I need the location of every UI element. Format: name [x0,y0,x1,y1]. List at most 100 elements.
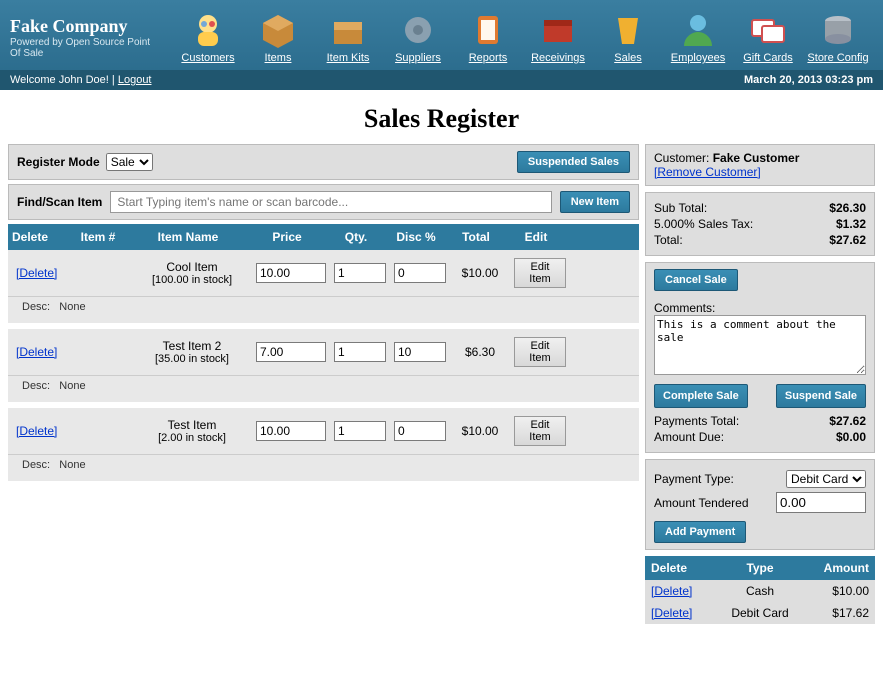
nav-receivings[interactable]: Receivings [523,10,593,64]
item-total: $10.00 [450,424,510,438]
item-disc-input[interactable] [394,342,446,362]
payment-delete-link[interactable]: [Delete] [651,584,692,598]
nav-reports[interactable]: Reports [453,10,523,64]
items-icon [258,10,298,50]
item-total: $10.00 [450,266,510,280]
amount-tendered-label: Amount Tendered [654,496,776,510]
items-list: [Delete] Cool Item[100.00 in stock] $10.00… [8,250,639,481]
actions-panel: Cancel Sale Comments: Complete Sale Susp… [645,262,875,453]
payments-total-value: $27.62 [829,414,866,428]
pay-col-delete: Delete [645,556,705,580]
item-disc-input[interactable] [394,263,446,283]
edit-item-button[interactable]: Edit Item [514,337,566,367]
nav-items[interactable]: Items [243,10,313,64]
col-disc: Disc % [386,224,446,250]
item-desc-label: Desc: [22,380,50,392]
main-nav: CustomersItemsItem KitsSuppliersReportsR… [173,10,873,64]
customer-name: Fake Customer [713,151,800,165]
nav-store-config[interactable]: Store Config [803,10,873,64]
nav-employees[interactable]: Employees [663,10,733,64]
payment-delete-link[interactable]: [Delete] [651,606,692,620]
payment-row: [Delete]Debit Card$17.62 [645,602,875,624]
item-desc-label: Desc: [22,459,50,471]
nav-customers[interactable]: Customers [173,10,243,64]
item-desc-row: Desc: None [8,455,639,481]
item-price-input[interactable] [256,342,326,362]
item-row: [Delete]Test Item[2.00 in stock]$10.00Ed… [8,408,639,455]
comments-label: Comments: [654,301,866,315]
top-header: Fake Company Powered by Open Source Poin… [0,0,883,70]
find-scan-input[interactable] [110,191,551,213]
amount-due-value: $0.00 [836,430,866,444]
register-mode-select[interactable]: Sale [106,153,153,171]
payment-type: Debit Card [711,606,809,620]
nav-label: Reports [453,52,523,64]
nav-sales[interactable]: Sales [593,10,663,64]
register-mode-label: Register Mode [17,155,100,169]
logout-link[interactable]: Logout [118,74,152,86]
item-qty-input[interactable] [334,263,386,283]
col-delete: Delete [8,224,68,250]
sales-icon [608,10,648,50]
reports-icon [468,10,508,50]
item-total: $6.30 [450,345,510,359]
main-column: Register Mode Sale Suspended Sales Find/… [8,144,639,624]
nav-item-kits[interactable]: Item Kits [313,10,383,64]
payment-entry-panel: Payment Type: Debit Card Amount Tendered… [645,459,875,550]
amount-tendered-input[interactable] [776,492,866,513]
totals-panel: Sub Total:$26.30 5.000% Sales Tax:$1.32 … [645,192,875,256]
suspended-sales-button[interactable]: Suspended Sales [517,151,630,173]
item-row: [Delete] Cool Item[100.00 in stock] $10.00… [8,250,639,297]
item-qty-input[interactable] [334,342,386,362]
side-column: Customer: Fake Customer [Remove Customer… [645,144,875,624]
items-table-header: Delete Item # Item Name Price Qty. Disc … [8,224,639,250]
payment-type-select[interactable]: Debit Card [786,470,866,488]
payment-type-label: Payment Type: [654,472,786,486]
item-name: Cool Item [136,260,248,274]
item-qty-input[interactable] [334,421,386,441]
subtotal-value: $26.30 [829,201,866,215]
item-price-input[interactable] [256,263,326,283]
nav-label: Store Config [803,52,873,64]
item-stock: [35.00 in stock] [136,353,248,365]
find-scan-label: Find/Scan Item [17,195,102,209]
suspend-sale-button[interactable]: Suspend Sale [776,384,866,408]
item-delete-link[interactable]: [Delete] [16,424,57,438]
item-name: Test Item 2 [136,339,248,353]
complete-sale-button[interactable]: Complete Sale [654,384,748,408]
brand-name: Fake Company [10,16,153,37]
store-config-icon [818,10,858,50]
payment-row: [Delete]Cash$10.00 [645,580,875,602]
remove-customer-link[interactable]: [Remove Customer] [654,165,761,179]
nav-gift-cards[interactable]: Gift Cards [733,10,803,64]
new-item-button[interactable]: New Item [560,191,630,213]
item-row: [Delete] Test Item 2[35.00 in stock] $6.30… [8,329,639,376]
item-kits-icon [328,10,368,50]
item-delete-link[interactable]: [Delete] [16,266,57,280]
nav-label: Employees [663,52,733,64]
edit-item-button[interactable]: Edit Item [514,258,566,288]
comments-textarea[interactable] [654,315,866,375]
brand-block: Fake Company Powered by Open Source Poin… [10,16,153,59]
item-name: Test Item [136,418,248,432]
item-delete-link[interactable]: [Delete] [16,345,57,359]
page-title: Sales Register [0,90,883,144]
add-payment-button[interactable]: Add Payment [654,521,746,543]
cancel-sale-button[interactable]: Cancel Sale [654,269,738,291]
amount-due-label: Amount Due: [654,430,724,444]
welcome-text: Welcome John Doe! | Logout [10,74,152,86]
item-price-input[interactable] [256,421,326,441]
register-mode-row: Register Mode Sale Suspended Sales [8,144,639,180]
edit-item-button[interactable]: Edit Item [514,416,566,446]
item-disc-input[interactable] [394,421,446,441]
customer-panel: Customer: Fake Customer [Remove Customer… [645,144,875,186]
item-desc-row: Desc: None [8,376,639,402]
col-qty: Qty. [326,224,386,250]
col-item-num: Item # [68,224,128,250]
nav-suppliers[interactable]: Suppliers [383,10,453,64]
item-stock: [100.00 in stock] [136,274,248,286]
payments-table: Delete Type Amount [Delete]Cash$10.00[De… [645,556,875,624]
subtotal-label: Sub Total: [654,201,707,215]
nav-label: Suppliers [383,52,453,64]
col-item-name: Item Name [128,224,248,250]
